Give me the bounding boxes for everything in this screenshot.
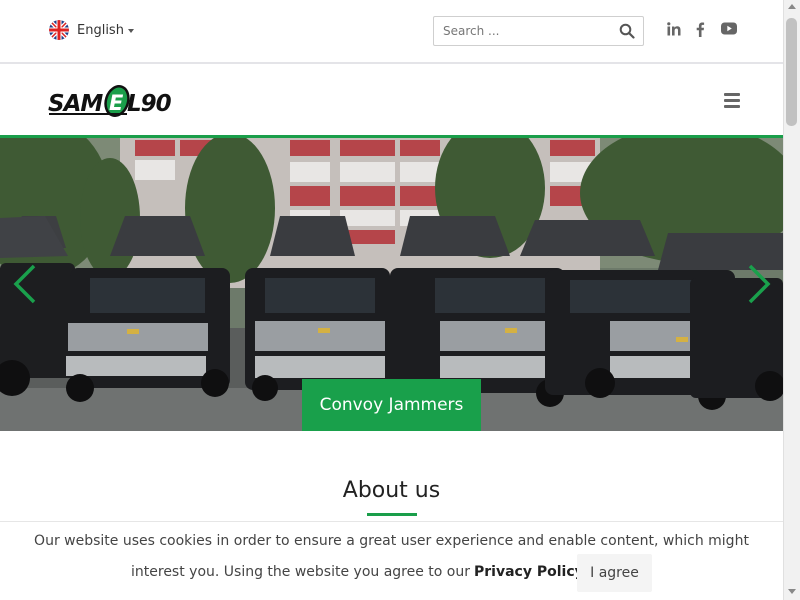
uk-flag-icon (49, 20, 69, 40)
scroll-up-icon[interactable] (788, 4, 796, 9)
site-header: SAM E L90 (0, 64, 783, 136)
svg-text:E: E (109, 91, 124, 115)
language-label: English (77, 22, 124, 38)
samel90-logo[interactable]: SAM E L90 (47, 81, 181, 121)
svg-text:L90: L90 (127, 91, 172, 117)
convoy-jammers-button[interactable]: Convoy Jammers (302, 379, 481, 431)
privacy-policy-link[interactable]: Privacy Policy (474, 564, 584, 580)
cookie-message-line1: Our website uses cookies in order to ens… (34, 533, 749, 549)
about-us-heading: About us (342, 478, 441, 503)
cookie-message-line2: interest you. Using the website you agre… (131, 564, 588, 580)
language-selector[interactable]: English (49, 20, 134, 40)
facebook-icon[interactable] (695, 22, 705, 37)
chevron-left-icon[interactable] (12, 263, 38, 305)
linkedin-icon[interactable] (667, 22, 681, 36)
top-bar: English (0, 0, 783, 62)
page-scrollbar[interactable] (783, 0, 800, 600)
caret-down-icon (127, 28, 134, 33)
hero-slider: Convoy Jammers (0, 138, 783, 431)
search-box (433, 16, 644, 46)
menu-toggle-icon[interactable] (724, 93, 740, 108)
agree-button[interactable]: I agree (577, 554, 652, 592)
cookie-message-text: interest you. Using the website you agre… (131, 564, 471, 580)
about-heading-underline (367, 513, 417, 516)
youtube-icon[interactable] (721, 22, 737, 35)
search-icon[interactable] (619, 23, 635, 39)
scroll-down-icon[interactable] (788, 589, 796, 594)
cookie-banner: Our website uses cookies in order to ens… (0, 521, 783, 600)
scrollbar-thumb[interactable] (786, 18, 797, 126)
search-input[interactable] (434, 17, 604, 45)
chevron-right-icon[interactable] (746, 263, 772, 305)
